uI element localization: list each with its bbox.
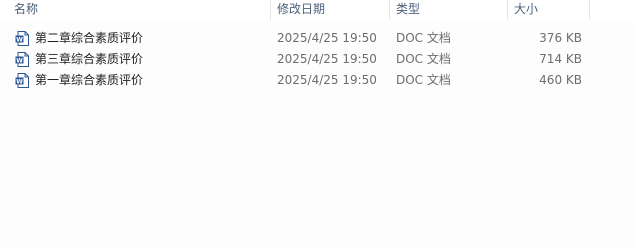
word-doc-icon: W xyxy=(15,73,30,88)
svg-text:W: W xyxy=(16,57,23,64)
file-size: 376 KB xyxy=(539,31,582,45)
file-explorer-pane: 名称 修改日期 类型 大小 W 第二章综合素质评价 2025/4/25 19:5… xyxy=(0,0,635,249)
file-type: DOC 文档 xyxy=(396,31,451,45)
file-row[interactable]: W 第三章综合素质评价 2025/4/25 19:50 DOC 文档 714 K… xyxy=(0,49,635,70)
file-size: 714 KB xyxy=(539,52,582,66)
column-header-type-label: 类型 xyxy=(396,2,421,16)
svg-text:W: W xyxy=(16,78,23,85)
file-list: W 第二章综合素质评价 2025/4/25 19:50 DOC 文档 376 K… xyxy=(0,28,635,91)
file-name: 第二章综合素质评价 xyxy=(35,31,144,45)
word-doc-icon: W xyxy=(15,31,30,46)
word-doc-icon: W xyxy=(15,52,30,67)
file-size: 460 KB xyxy=(539,73,582,87)
file-row[interactable]: W 第一章综合素质评价 2025/4/25 19:50 DOC 文档 460 K… xyxy=(0,70,635,91)
column-header-date[interactable]: 修改日期 xyxy=(271,0,390,20)
file-modified-date: 2025/4/25 19:50 xyxy=(277,73,377,87)
column-header-size-label: 大小 xyxy=(514,2,539,16)
column-header-name[interactable]: 名称 xyxy=(0,0,271,20)
column-header-type[interactable]: 类型 xyxy=(390,0,508,20)
column-header-bar: 名称 修改日期 类型 大小 xyxy=(0,0,635,20)
file-name: 第三章综合素质评价 xyxy=(35,52,144,66)
svg-text:W: W xyxy=(16,36,23,43)
file-name: 第一章综合素质评价 xyxy=(35,73,144,87)
file-modified-date: 2025/4/25 19:50 xyxy=(277,52,377,66)
column-header-name-label: 名称 xyxy=(14,2,39,16)
file-type: DOC 文档 xyxy=(396,73,451,87)
file-type: DOC 文档 xyxy=(396,52,451,66)
file-modified-date: 2025/4/25 19:50 xyxy=(277,31,377,45)
file-row[interactable]: W 第二章综合素质评价 2025/4/25 19:50 DOC 文档 376 K… xyxy=(0,28,635,49)
column-header-date-label: 修改日期 xyxy=(277,2,326,16)
column-header-empty xyxy=(590,0,635,20)
column-header-size[interactable]: 大小 xyxy=(508,0,590,20)
